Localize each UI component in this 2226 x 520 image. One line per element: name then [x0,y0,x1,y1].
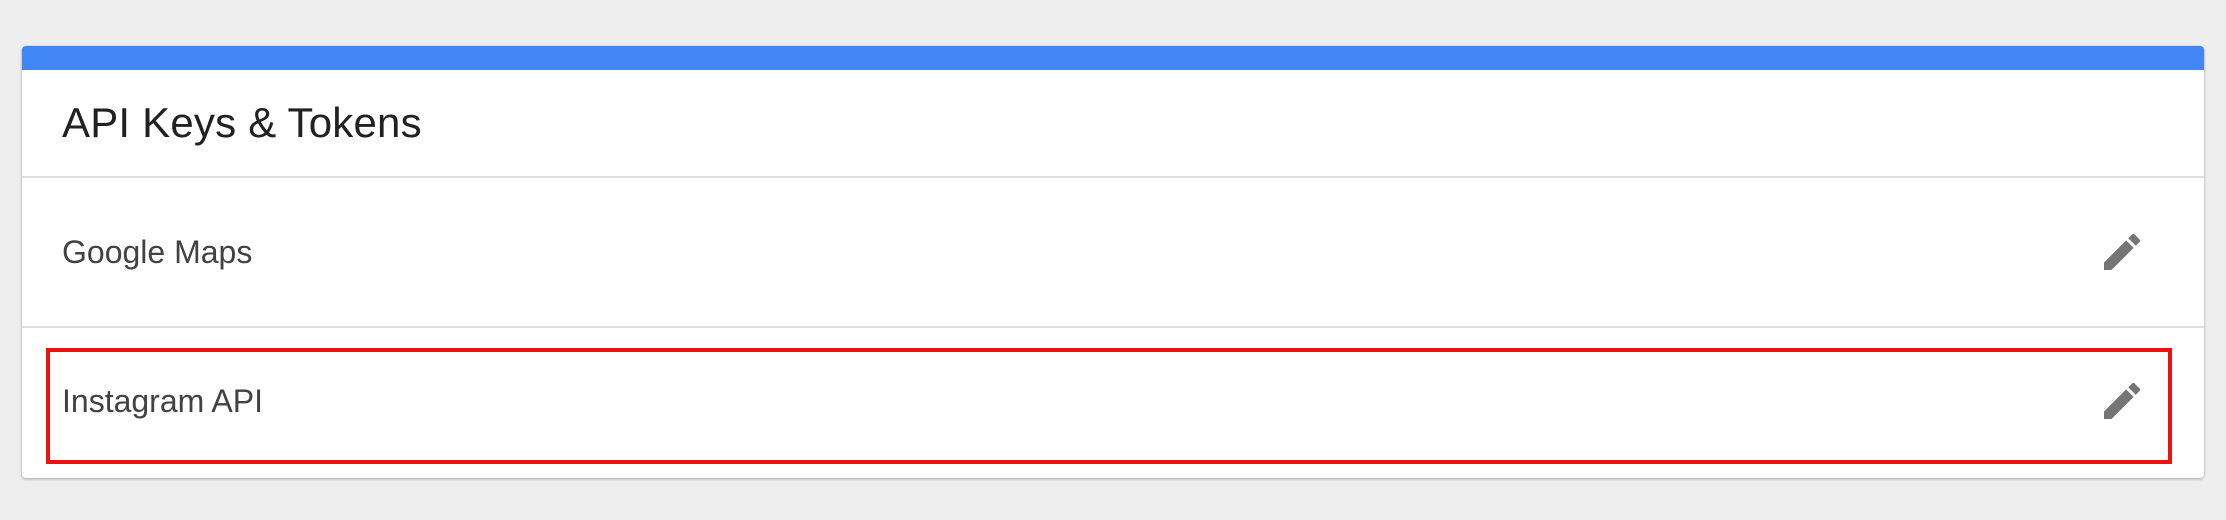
card-title: API Keys & Tokens [62,99,422,146]
list-item-label: Instagram API [62,382,263,419]
edit-instagram-api-button[interactable] [2098,377,2146,425]
list-item-instagram-api[interactable]: Instagram API [22,326,2204,474]
pencil-icon [2104,233,2141,270]
list-item-label: Google Maps [62,233,253,270]
list-item-google-maps[interactable]: Google Maps [22,178,2204,326]
card-accent-bar [22,46,2204,70]
pencil-icon [2104,382,2141,419]
edit-google-maps-button[interactable] [2098,228,2146,276]
card-header: API Keys & Tokens [22,70,2204,178]
api-keys-card: API Keys & Tokens Google Maps Instagram … [22,46,2204,478]
